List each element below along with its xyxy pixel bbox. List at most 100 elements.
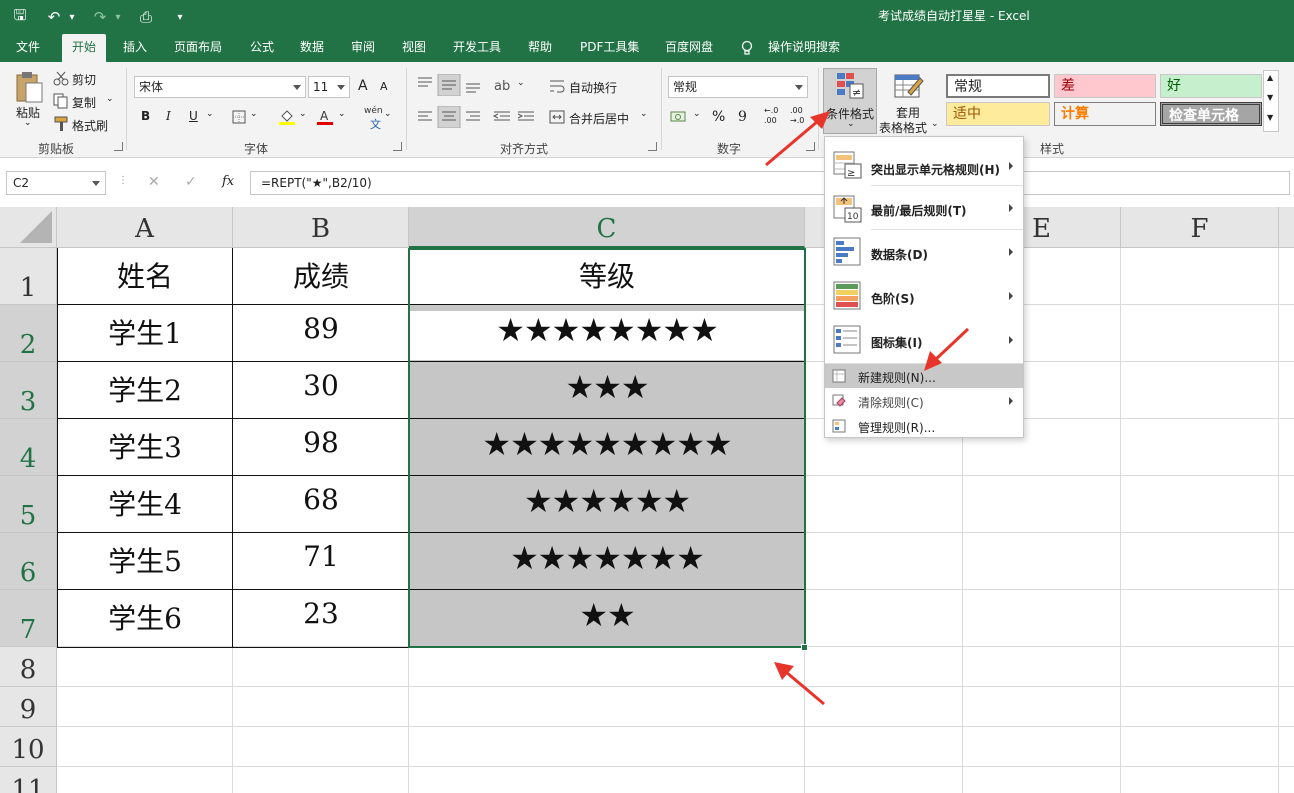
tab-insert[interactable]: 插入: [113, 34, 157, 62]
number-format-combo[interactable]: 常规: [668, 76, 808, 98]
redo-dropdown-icon[interactable]: ▾: [114, 7, 122, 27]
decrease-decimal-button[interactable]: .00 →.0: [790, 106, 804, 126]
tab-pdf-tools[interactable]: PDF工具集: [570, 34, 649, 62]
formula-input[interactable]: =REPT("★",B2/10): [250, 171, 1290, 195]
cell-c5[interactable]: ★★★★★★: [409, 482, 805, 520]
print-preview-icon[interactable]: ⎙: [136, 7, 156, 27]
fill-handle[interactable]: [801, 644, 808, 651]
menu-item-data-bars[interactable]: 数据条(D): [825, 231, 1023, 275]
gallery-more-icon[interactable]: ▼: [1267, 113, 1273, 122]
customize-qat-icon[interactable]: ▾: [170, 7, 190, 27]
row-header-9[interactable]: 9: [0, 687, 57, 727]
style-calculation[interactable]: 计算: [1054, 102, 1156, 126]
cell-b3[interactable]: 30: [233, 369, 409, 402]
select-all-corner[interactable]: [0, 207, 57, 248]
menu-item-color-scales[interactable]: 色阶(S): [825, 275, 1023, 319]
cell-b6[interactable]: 71: [233, 540, 409, 573]
confirm-entry-icon[interactable]: ✓: [185, 174, 197, 190]
column-header-c[interactable]: C: [409, 207, 805, 248]
cell-a1[interactable]: 姓名: [57, 255, 233, 295]
menu-item-highlight-rules[interactable]: ≥ 突出显示单元格规则(H): [825, 143, 1023, 187]
copy-button[interactable]: 复制: [72, 94, 96, 111]
borders-icon[interactable]: [232, 110, 246, 124]
tab-developer[interactable]: 开发工具: [443, 34, 511, 62]
phonetic-dropdown-icon[interactable]: ⌄: [384, 109, 392, 119]
cell-b1[interactable]: 成绩: [233, 255, 409, 295]
redo-icon[interactable]: ↷: [90, 7, 110, 27]
vertical-align-buttons[interactable]: ab: [414, 74, 514, 96]
wrap-text-button[interactable]: 自动换行: [569, 79, 617, 96]
merge-center-button[interactable]: 合并后居中: [569, 110, 629, 127]
cell-c3[interactable]: ★★★: [409, 368, 805, 406]
cell-b5[interactable]: 68: [233, 483, 409, 516]
save-icon[interactable]: 🖫: [10, 6, 30, 27]
tell-me-search[interactable]: 操作说明搜索: [758, 34, 850, 62]
cell-a3[interactable]: 学生2: [57, 369, 233, 409]
undo-icon[interactable]: ↶: [44, 7, 64, 27]
comma-style-button[interactable]: 9: [738, 109, 747, 125]
cut-button[interactable]: 剪切: [72, 71, 96, 88]
cell-c6[interactable]: ★★★★★★★: [409, 539, 805, 577]
row-header-1[interactable]: 1: [0, 248, 57, 305]
fill-color-icon[interactable]: [278, 108, 296, 126]
cell-a4[interactable]: 学生3: [57, 426, 233, 466]
styles-gallery-scroll[interactable]: ▲ ▼ ▼: [1263, 70, 1279, 132]
shrink-font-button[interactable]: A: [380, 80, 388, 93]
font-name-combo[interactable]: 宋体: [134, 76, 306, 98]
scroll-down-icon[interactable]: ▼: [1267, 93, 1273, 102]
cell-a2[interactable]: 学生1: [57, 312, 233, 352]
tab-help[interactable]: 帮助: [518, 34, 562, 62]
conditional-formatting-button[interactable]: ≠ 条件格式 ⌄: [823, 68, 877, 134]
cell-a7[interactable]: 学生6: [57, 597, 233, 637]
worksheet-grid[interactable]: A B C E F 1 2 3 4 5 6 7 8 9 10 11 姓名 成绩 …: [0, 207, 1294, 793]
style-check-cell[interactable]: 检查单元格: [1160, 102, 1262, 126]
tab-data[interactable]: 数据: [290, 34, 334, 62]
style-bad[interactable]: 差: [1054, 74, 1156, 98]
format-painter-button[interactable]: 格式刷: [72, 117, 108, 134]
cell-b2[interactable]: 89: [233, 312, 409, 345]
phonetic-guide-button[interactable]: wén: [364, 106, 383, 116]
font-size-combo[interactable]: 11: [308, 76, 350, 98]
accounting-dropdown-icon[interactable]: ⌄: [693, 109, 701, 119]
underline-button[interactable]: U: [189, 109, 198, 123]
bold-button[interactable]: B: [141, 109, 150, 123]
cell-b7[interactable]: 23: [233, 597, 409, 630]
italic-button[interactable]: I: [166, 109, 171, 123]
row-header-8[interactable]: 8: [0, 647, 57, 687]
row-header-3[interactable]: 3: [0, 362, 57, 419]
cell-b4[interactable]: 98: [233, 426, 409, 459]
tab-baidu-netdisk[interactable]: 百度网盘: [655, 34, 723, 62]
paste-dropdown-icon[interactable]: ⌄: [24, 118, 32, 128]
cell-a5[interactable]: 学生4: [57, 483, 233, 523]
percent-style-button[interactable]: %: [712, 109, 725, 125]
name-box[interactable]: C2: [6, 171, 106, 195]
style-neutral[interactable]: 适中: [946, 102, 1050, 126]
row-header-7[interactable]: 7: [0, 590, 57, 647]
tab-review[interactable]: 审阅: [341, 34, 385, 62]
tab-page-layout[interactable]: 页面布局: [164, 34, 232, 62]
cancel-entry-icon[interactable]: ✕: [148, 174, 160, 190]
increase-decimal-button[interactable]: ←.0 .00: [764, 106, 778, 126]
row-header-5[interactable]: 5: [0, 476, 57, 533]
style-good[interactable]: 好: [1160, 74, 1262, 98]
font-launcher-icon[interactable]: [393, 142, 402, 151]
tab-home[interactable]: 开始: [62, 34, 107, 62]
menu-item-top-bottom-rules[interactable]: 10 最前/最后规则(T): [825, 187, 1023, 231]
merge-dropdown-icon[interactable]: ⌄: [640, 109, 648, 119]
column-header-a[interactable]: A: [57, 207, 233, 248]
number-launcher-icon[interactable]: [806, 142, 815, 151]
style-normal[interactable]: 常规: [946, 74, 1050, 98]
row-header-11[interactable]: 11: [0, 767, 57, 793]
column-header-b[interactable]: B: [233, 207, 409, 248]
tab-view[interactable]: 视图: [392, 34, 436, 62]
cell-c2[interactable]: ★★★★★★★★: [409, 311, 805, 360]
row-header-10[interactable]: 10: [0, 727, 57, 767]
scroll-up-icon[interactable]: ▲: [1267, 73, 1273, 82]
tab-file[interactable]: 文件: [6, 34, 50, 62]
undo-dropdown-icon[interactable]: ▾: [68, 7, 76, 27]
column-header-f[interactable]: F: [1121, 207, 1279, 248]
menu-item-new-rule[interactable]: 新建规则(N)...: [825, 364, 1023, 388]
row-header-6[interactable]: 6: [0, 533, 57, 590]
tab-formulas[interactable]: 公式: [240, 34, 284, 62]
horizontal-align-buttons[interactable]: [414, 106, 544, 128]
